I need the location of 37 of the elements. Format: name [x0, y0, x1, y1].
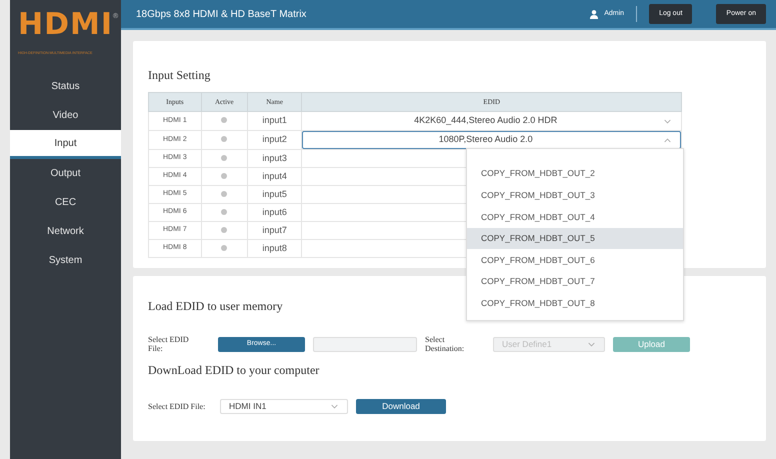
sidebar-item[interactable]: Status [10, 72, 121, 101]
table-cell: input3 [247, 150, 302, 168]
field-label: Select Destination: [425, 335, 466, 353]
sidebar-item[interactable]: CEC [10, 188, 121, 217]
dropdown-item[interactable]: COPY_FROM_HDBT_OUT_3 [467, 184, 683, 206]
caret-icon [331, 403, 338, 410]
window-title: 18Gbps 8x8 HDMI & HD BaseT Matrix [136, 8, 306, 22]
table-cell: input4 [247, 168, 302, 186]
edid-file-select[interactable]: HDMI IN1 [220, 399, 348, 414]
field-label: Select EDID File: [148, 402, 206, 411]
caret-icon [664, 118, 671, 125]
edid-select[interactable]: 1080P,Stereo Audio 2.0 [302, 131, 681, 149]
table-cell: input5 [247, 186, 302, 204]
table-cell: input7 [247, 222, 302, 240]
field-label: Select EDID File: [148, 335, 190, 353]
section-title: DownLoad EDID to your computer [148, 362, 320, 379]
section-title: Input Setting [148, 67, 210, 84]
dropdown-item[interactable]: COPY_FROM_HDBT_OUT_6 [467, 249, 683, 271]
table-cell: input2 [247, 130, 302, 150]
sidebar-item[interactable]: Video [10, 101, 121, 130]
section-title: Load EDID to user memory [148, 298, 283, 315]
sidebar-item[interactable]: Network [10, 217, 121, 246]
sidebar-item[interactable]: System [10, 246, 121, 275]
dropdown-item[interactable]: COPY_FROM_HDBT_OUT_7 [467, 270, 683, 293]
dropdown-item[interactable]: COPY_FROM_HDBT_OUT_2 [467, 163, 683, 185]
dropdown-item[interactable]: COPY_FROM_HDBT_OUT_4 [467, 206, 683, 228]
dropdown-item[interactable]: COPY_FROM_HDBT_OUT_5 [467, 228, 683, 250]
table-cell: input6 [247, 204, 302, 222]
logo-text: HDMI [18, 12, 114, 38]
caret-icon [664, 137, 671, 144]
table-cell: input8 [247, 240, 302, 258]
caret-icon [588, 340, 595, 348]
user-icon [590, 10, 598, 18]
sidebar-item[interactable]: Input [10, 130, 121, 159]
download-button[interactable]: Download [356, 399, 446, 414]
dropdown-item[interactable]: COPY_FROM_HDBT_OUT_8 [467, 292, 683, 314]
sidebar-item[interactable]: Output [10, 159, 121, 188]
